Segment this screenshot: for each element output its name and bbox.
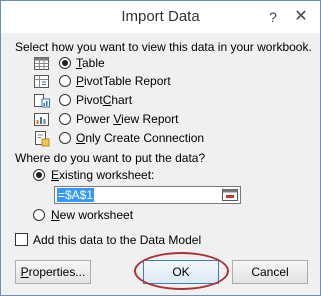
power-view-icon (34, 113, 49, 126)
help-button[interactable]: ? (263, 7, 283, 27)
power-view-radio[interactable] (59, 113, 71, 125)
option-label-connection: Only Create Connection (76, 131, 205, 145)
range-input[interactable]: =$A$1 (54, 186, 241, 204)
option-label-pivotchart: PivotChart (76, 93, 133, 107)
existing-worksheet-radio[interactable] (33, 169, 45, 181)
pivottable-icon (34, 75, 49, 88)
ok-highlight-annotation (134, 252, 229, 290)
properties-button[interactable]: Properties... (15, 260, 91, 284)
table-icon (34, 57, 49, 70)
new-worksheet-radio[interactable] (33, 209, 45, 221)
view-prompt: Select how you want to view this data in… (15, 40, 312, 54)
import-data-dialog: Import Data ? ✕ Select how you want to v… (0, 0, 321, 296)
data-model-checkbox[interactable] (15, 233, 28, 246)
existing-worksheet-label: Existing worksheet: (51, 168, 155, 182)
option-label-power-view: Power View Report (76, 112, 179, 126)
pivotchart-icon (34, 94, 50, 108)
connection-radio[interactable] (59, 132, 71, 144)
pivottable-radio[interactable] (59, 75, 71, 87)
properties-button-label: Properties... (20, 265, 86, 279)
connection-icon (35, 131, 50, 147)
option-label-pivottable: PivotTable Report (76, 74, 171, 88)
table-radio[interactable] (59, 57, 71, 69)
option-label-table: Table (76, 56, 105, 70)
cancel-button[interactable]: Cancel (232, 260, 308, 284)
new-worksheet-label: New worksheet (51, 208, 134, 222)
title-bar: Import Data ? ✕ (1, 1, 320, 33)
pivotchart-radio[interactable] (59, 94, 71, 106)
destination-prompt: Where do you want to put the data? (15, 151, 206, 165)
collapse-dialog-icon[interactable] (220, 187, 240, 203)
close-button[interactable]: ✕ (291, 7, 311, 27)
data-model-label: Add this data to the Data Model (33, 233, 202, 247)
range-value: =$A$1 (57, 188, 95, 202)
